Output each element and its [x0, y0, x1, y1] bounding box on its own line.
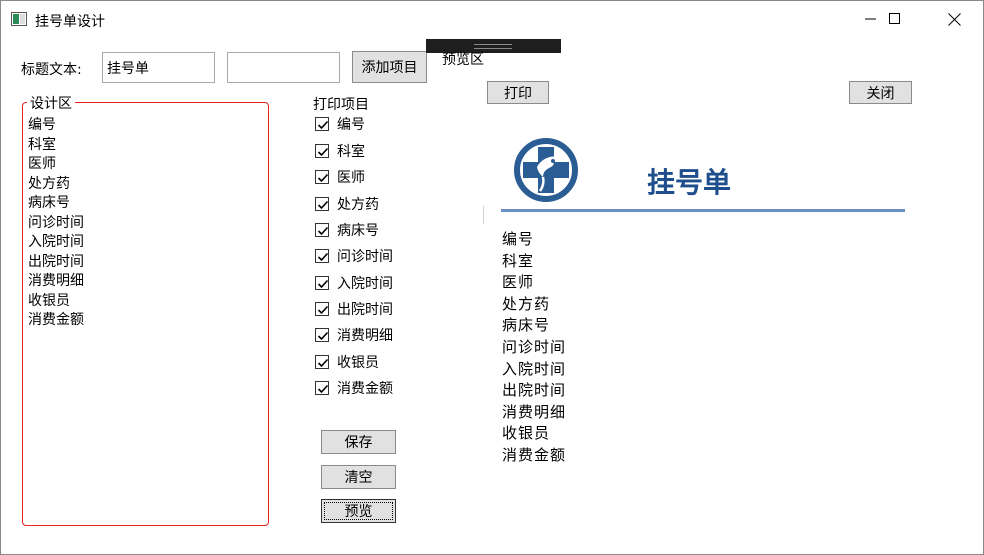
maximize-icon: [889, 13, 900, 24]
print-item-label: 收银员: [337, 355, 379, 371]
checkbox-checked-icon[interactable]: [315, 381, 329, 395]
preview-item: 处方药: [502, 294, 551, 313]
preview-area-label: 预览区: [442, 52, 484, 68]
print-item-checkbox[interactable]: 问诊时间: [315, 247, 393, 265]
window-title: 挂号单设计: [35, 14, 105, 30]
checkbox-checked-icon[interactable]: [315, 328, 329, 342]
checkbox-checked-icon[interactable]: [315, 355, 329, 369]
preview-item: 编号: [502, 230, 535, 248]
preview-item: 消费明细: [502, 402, 567, 421]
print-item-label: 消费明细: [337, 328, 393, 344]
medical-cross-logo-icon: [513, 137, 579, 203]
preview-item: 收银员: [502, 424, 551, 443]
print-item-label: 消费金额: [337, 381, 393, 397]
design-item[interactable]: 消费明细: [28, 272, 84, 292]
design-item[interactable]: 处方药: [28, 175, 84, 195]
preview-item: 科室: [502, 251, 535, 270]
checkbox-checked-icon[interactable]: [315, 249, 329, 263]
print-item-checkbox[interactable]: 医师: [315, 168, 365, 186]
print-item-checkbox[interactable]: 消费明细: [315, 326, 393, 344]
clear-button[interactable]: 清空: [321, 465, 396, 489]
print-item-label: 病床号: [337, 223, 379, 239]
main-window: 挂号单设计 标题文本: 添加项目 预览区 设计区 编号 科室 医师 处方药 病床…: [0, 0, 984, 555]
title-text-label: 标题文本:: [21, 62, 82, 78]
print-item-label: 出院时间: [337, 302, 393, 318]
print-item-checkbox[interactable]: 病床号: [315, 221, 379, 239]
design-item[interactable]: 收银员: [28, 292, 84, 312]
print-item-checkbox[interactable]: 科室: [315, 142, 365, 160]
preview-item: 入院时间: [502, 359, 567, 378]
design-item-list: 编号 科室 医师 处方药 病床号 问诊时间 入院时间 出院时间 消费明细 收银员…: [28, 116, 84, 331]
print-item-checkbox[interactable]: 出院时间: [315, 300, 393, 318]
print-item-label: 入院时间: [337, 276, 393, 292]
design-item[interactable]: 消费金额: [28, 311, 84, 331]
print-item-checkbox[interactable]: 入院时间: [315, 274, 393, 292]
print-item-label: 编号: [337, 117, 365, 133]
design-item[interactable]: 编号: [28, 116, 84, 136]
checkbox-checked-icon[interactable]: [315, 276, 329, 290]
print-item-label: 科室: [337, 144, 365, 160]
app-window-icon: [11, 12, 27, 26]
title-bar: 挂号单设计: [1, 1, 983, 37]
maximize-button[interactable]: [872, 1, 918, 37]
design-item[interactable]: 科室: [28, 136, 84, 156]
title-text-input[interactable]: [102, 52, 215, 83]
design-item[interactable]: 医师: [28, 155, 84, 175]
checkbox-checked-icon[interactable]: [315, 117, 329, 131]
checkbox-checked-icon[interactable]: [315, 170, 329, 184]
preview-item: 病床号: [502, 316, 551, 335]
save-button[interactable]: 保存: [321, 430, 396, 454]
close-window-button[interactable]: [931, 1, 977, 37]
print-items-label: 打印项目: [313, 97, 369, 113]
close-icon: [947, 12, 961, 26]
print-item-label: 处方药: [337, 197, 379, 213]
design-area-legend: 设计区: [27, 93, 75, 113]
design-item[interactable]: 问诊时间: [28, 214, 84, 234]
preview-title-rule: [501, 209, 905, 212]
preview-divider: [483, 206, 484, 224]
print-item-label: 医师: [337, 170, 365, 186]
checkbox-checked-icon[interactable]: [315, 197, 329, 211]
print-item-label: 问诊时间: [337, 249, 393, 265]
item-name-input[interactable]: [227, 52, 340, 83]
design-item[interactable]: 病床号: [28, 194, 84, 214]
checkbox-checked-icon[interactable]: [315, 302, 329, 316]
checkbox-checked-icon[interactable]: [315, 144, 329, 158]
preview-button[interactable]: 预览: [321, 499, 396, 523]
print-item-checkbox[interactable]: 消费金额: [315, 379, 393, 397]
close-preview-button[interactable]: 关闭: [849, 81, 912, 104]
print-button[interactable]: 打印: [487, 81, 549, 104]
print-item-checkbox[interactable]: 处方药: [315, 195, 379, 213]
checkbox-checked-icon[interactable]: [315, 223, 329, 237]
preview-item: 出院时间: [502, 381, 567, 400]
print-item-checkbox[interactable]: 收银员: [315, 353, 379, 371]
preview-item: 问诊时间: [502, 337, 567, 356]
design-item[interactable]: 入院时间: [28, 233, 84, 253]
preview-item-list: 编号 科室 医师 处方药 病床号 问诊时间 入院时间 出院时间 消费明细 收银员…: [502, 229, 566, 467]
preview-item: 消费金额: [502, 445, 567, 464]
preview-item: 医师: [502, 273, 535, 292]
add-item-button[interactable]: 添加项目: [352, 51, 427, 83]
design-item[interactable]: 出院时间: [28, 253, 84, 273]
print-item-checkbox[interactable]: 编号: [315, 115, 365, 133]
preview-document-title: 挂号单: [647, 166, 732, 199]
